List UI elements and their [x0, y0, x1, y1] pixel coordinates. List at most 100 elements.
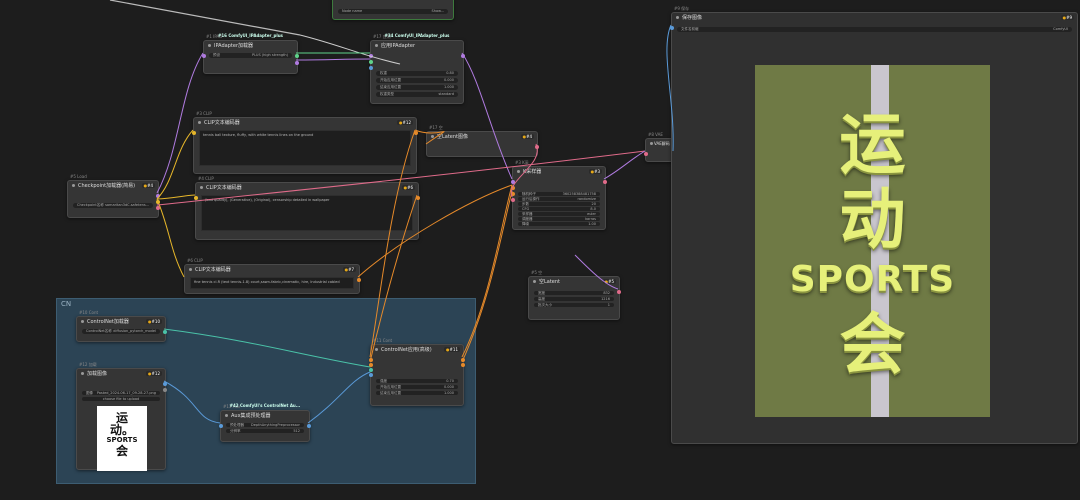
batch-size-field[interactable]: 批次大小 1	[534, 303, 614, 307]
vae-output-port[interactable]	[156, 206, 160, 210]
output-port[interactable]	[295, 61, 299, 65]
clip-output-port[interactable]	[156, 200, 160, 204]
input-port[interactable]	[369, 368, 373, 372]
widget-label: 预处理器	[230, 423, 244, 427]
widget-value: DepthAnythingPreprocessor	[251, 423, 300, 427]
aux-preprocessor-node[interactable]: #13 Aux #42 ComfyUI's ControlNet Au... A…	[219, 403, 311, 442]
output-port[interactable]	[461, 54, 465, 58]
widget-value: randomize	[577, 197, 596, 201]
widget-label: 开始应用位置	[380, 78, 401, 82]
mask-output-port[interactable]	[163, 388, 167, 392]
widget-label: 结束应用位置	[380, 391, 401, 395]
ipadapter-loader-node[interactable]: #1 IPAD #16 ComfyUI_IPAdapter_plus IPAda…	[202, 33, 299, 74]
width-field[interactable]: 宽度 832	[534, 291, 614, 295]
empty-latent-node[interactable]: #17 空 ●#4 空Latent图像	[426, 125, 539, 157]
widget-value: samaritan3dC.safetens...	[105, 203, 149, 207]
prompt-textarea[interactable]: tennis ball texture, fluffy, with white …	[199, 130, 411, 166]
control-after-generate-select[interactable]: 运行后操作 randomize	[518, 197, 600, 201]
output-port[interactable]	[414, 131, 418, 135]
prompt-textarea[interactable]: fine tennis cl.R (text tennis-1.8) court…	[190, 277, 354, 289]
start-at-field[interactable]: 开始应用位置 0.000	[376, 78, 458, 83]
input-port[interactable]	[369, 363, 373, 367]
input-port[interactable]	[192, 131, 196, 135]
input-port[interactable]	[369, 358, 373, 362]
input-port[interactable]	[670, 26, 674, 30]
output-port[interactable]	[295, 54, 299, 58]
widget-value: PLUS (high strength)	[252, 53, 288, 57]
widget-value: 1.000	[443, 391, 454, 395]
end-at-field[interactable]: 结束应用位置 1.000	[376, 85, 458, 90]
input-port[interactable]	[369, 66, 373, 70]
height-field[interactable]: 高度 1216	[534, 297, 614, 301]
preset-select[interactable]: 预设 PLUS (high strength)	[209, 53, 292, 58]
input-port[interactable]	[202, 54, 206, 58]
output-port[interactable]	[603, 180, 607, 184]
input-port[interactable]	[511, 192, 515, 196]
output-port[interactable]	[535, 145, 539, 149]
widget-label: 运行后操作	[522, 197, 540, 201]
weight-type-select[interactable]: 权重类型 standard	[376, 92, 458, 97]
output-port[interactable]	[416, 196, 420, 200]
node-id-tag: #9 保存	[674, 6, 690, 11]
prompt-textarea[interactable]: (bad quality), (Generative), (Original),…	[201, 195, 413, 231]
resolution-field[interactable]: 分辨率 512	[226, 429, 304, 433]
widget-value: 1	[607, 303, 610, 307]
sampler-select[interactable]: 采样器 euler	[518, 212, 600, 216]
node-id-tag: #12 加载	[79, 362, 97, 367]
start-percent-field[interactable]: 开始应用位置 0.000	[376, 385, 458, 389]
preprocessor-select[interactable]: 预处理器 DepthAnythingPreprocessor	[226, 423, 304, 427]
checkpoint-select[interactable]: Checkpoint名称 samaritan3dC.safetens...	[73, 203, 153, 208]
generated-image-preview: 运 动 SPORTS 会	[755, 65, 990, 417]
controlnet-select[interactable]: ControlNet名称 diffusion_pytorch_model	[82, 329, 160, 334]
output-port[interactable]	[461, 363, 465, 367]
weight-field[interactable]: 权重 0.80	[376, 71, 458, 76]
node-title: Aux集成预处理器	[221, 411, 309, 421]
cfg-field[interactable]: CFG 8.0	[518, 207, 600, 211]
input-port[interactable]	[369, 54, 373, 58]
checkpoint-loader-node[interactable]: #5 Load ●#4 Checkpoint加载器(简易) Checkpoint…	[67, 174, 160, 218]
input-port[interactable]	[511, 198, 515, 202]
output-port[interactable]	[163, 330, 167, 334]
widget-value: 832	[603, 291, 610, 295]
input-port[interactable]	[369, 373, 373, 377]
output-port[interactable]	[163, 382, 167, 386]
strength-field[interactable]: 强度 0.70	[376, 379, 458, 383]
clip-text-encode-positive-node[interactable]: #3 CLIP ●#12 CLIP文本编码器 tennis ball textu…	[192, 111, 418, 174]
input-port[interactable]	[511, 180, 515, 184]
output-port[interactable]	[461, 358, 465, 362]
image-select[interactable]: 图像 Pasted_2024-06-17_09-28-27.png	[82, 391, 160, 395]
end-percent-field[interactable]: 结束应用位置 1.000	[376, 391, 458, 395]
scheduler-select[interactable]: 调度器 karras	[518, 217, 600, 221]
input-port[interactable]	[194, 196, 198, 200]
input-port[interactable]	[369, 60, 373, 64]
widget-value: 360258388481758	[562, 192, 596, 196]
ksampler-node[interactable]: #3 K采 ●#3 K采样器 随机种子 360258388481758 运行后操作…	[511, 160, 607, 230]
clip-text-encode-node[interactable]: #6 CLIP ●#7 CLIP文本编码器 fine tennis cl.R (…	[184, 258, 361, 294]
input-port[interactable]	[511, 186, 515, 190]
apply-ipadapter-node[interactable]: #17 应用 #34 ComfyUI_IPAdapter_plus 应用IPAd…	[369, 33, 465, 104]
widget-label: 高度	[538, 297, 545, 301]
input-port[interactable]	[219, 424, 223, 428]
filename-prefix-field[interactable]: 文件名前缀 ComfyUI	[677, 27, 1072, 32]
controlnet-apply-node[interactable]: #11 Cont ●#11 ControlNet应用(高级) 强度 0.70 开始…	[369, 338, 465, 406]
controlnet-loader-node[interactable]: #10 Cont ●#10 ControlNet加载器 ControlNet名称…	[76, 310, 167, 342]
output-port[interactable]	[357, 278, 361, 282]
poster-line: 会	[115, 444, 128, 458]
output-port[interactable]	[307, 424, 311, 428]
input-port[interactable]	[644, 152, 648, 156]
empty-latent-size-node[interactable]: #5 空 ●#5 空Latent 宽度 832 高度 1216 批次大小 1	[528, 270, 621, 320]
steps-field[interactable]: 步数 20	[518, 202, 600, 206]
clip-text-encode-negative-node[interactable]: #4 CLIP ●#6 CLIP文本编码器 (bad quality), (Ge…	[194, 176, 420, 240]
seed-field[interactable]: 随机种子 360258388481758	[518, 192, 600, 196]
output-port[interactable]	[617, 290, 621, 294]
upload-button[interactable]: choose file to upload	[82, 397, 160, 401]
top-node[interactable]: Node name Show...	[332, 0, 454, 20]
denoise-field[interactable]: 降噪 1.00	[518, 222, 600, 226]
widget-value: euler	[587, 212, 596, 216]
node-source-label: #34 ComfyUI_IPAdapter_plus	[384, 33, 450, 38]
widget-label: 调度器	[522, 217, 533, 221]
model-output-port[interactable]	[156, 194, 160, 198]
widget-label: 预设	[213, 53, 220, 57]
node-title: CLIP文本编码器	[194, 118, 416, 128]
widget-value: 1216	[601, 297, 610, 301]
